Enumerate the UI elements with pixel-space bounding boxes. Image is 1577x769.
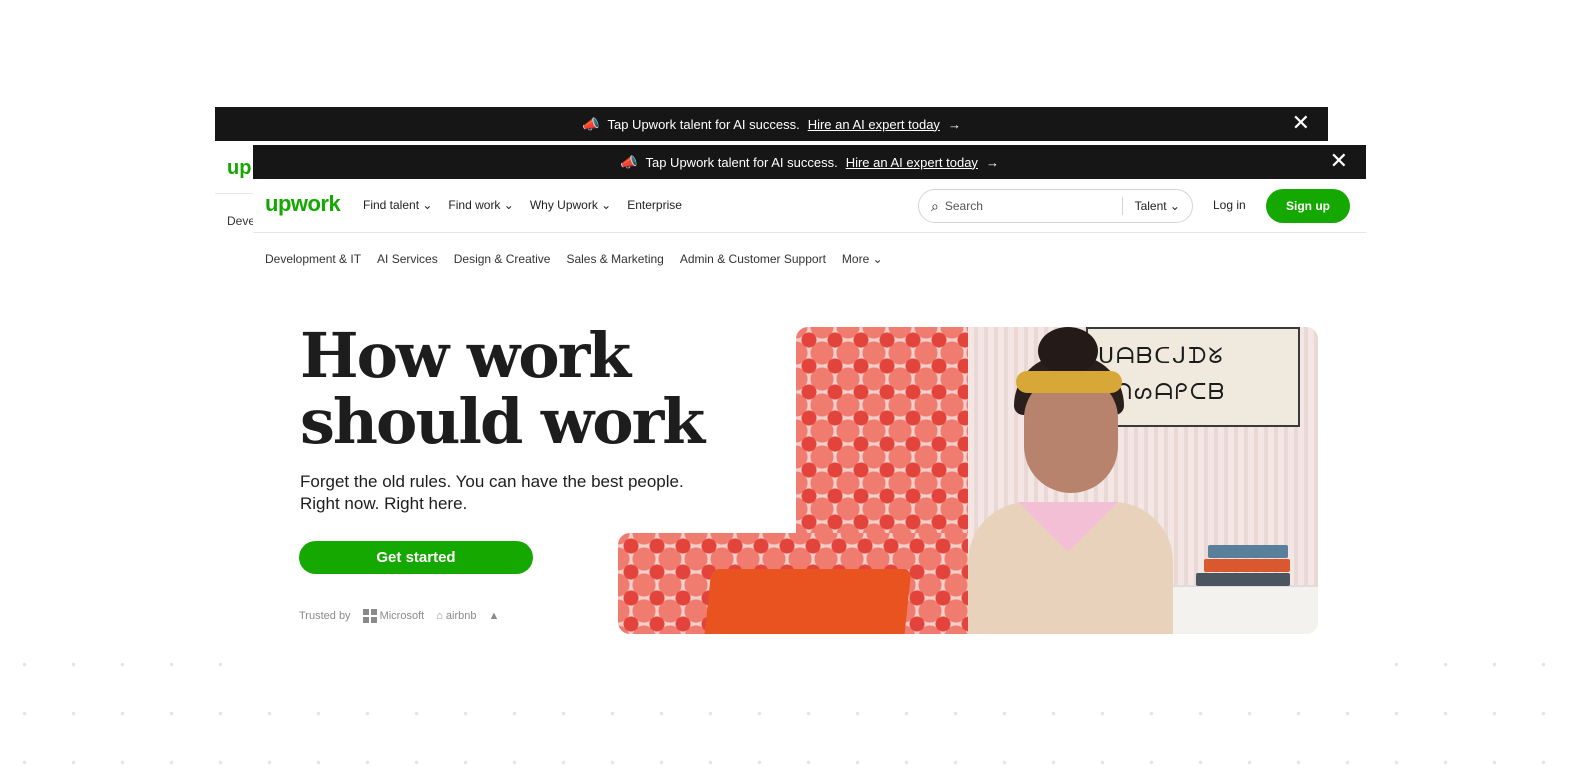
nav-find-talent[interactable]: Find talent ⌄ bbox=[363, 198, 432, 212]
room-background: ᑌᗩᗷᑕᒍᗪᘜ ᘓᑎᔕᗩᑭᑕᗷ bbox=[968, 327, 1318, 634]
upwork-logo[interactable]: upwork bbox=[265, 191, 341, 217]
close-icon[interactable]: ✕ bbox=[1292, 112, 1310, 134]
trusted-by-row: Trusted by Microsoft ⌂ airbnb ▲ bbox=[299, 609, 499, 623]
category-development-it[interactable]: Development & IT bbox=[265, 252, 361, 266]
nav-enterprise[interactable]: Enterprise bbox=[627, 198, 682, 212]
search-input[interactable]: Search bbox=[945, 199, 1122, 213]
hero-title-line1: How work bbox=[300, 319, 631, 392]
banner-text: Tap Upwork talent for AI success. bbox=[645, 154, 838, 170]
banner-link[interactable]: Hire an AI expert today bbox=[808, 117, 940, 132]
megaphone-icon: 📣 bbox=[620, 153, 638, 170]
signup-button[interactable]: Sign up bbox=[1266, 189, 1350, 223]
search-divider bbox=[1121, 197, 1123, 215]
book-icon bbox=[1208, 545, 1288, 558]
category-admin-support[interactable]: Admin & Customer Support bbox=[680, 252, 826, 266]
top-navigation: upwork Find talent ⌄ Find work ⌄ Why Upw… bbox=[253, 179, 1366, 233]
category-ai-services[interactable]: AI Services bbox=[377, 252, 438, 266]
book-icon bbox=[1196, 573, 1290, 586]
airbnb-logo: ⌂ airbnb bbox=[436, 610, 477, 622]
laptop-icon bbox=[704, 569, 912, 634]
search-icon: ⌕ bbox=[931, 197, 939, 214]
nav-why-upwork[interactable]: Why Upwork ⌄ bbox=[530, 198, 611, 212]
upwork-homepage: 📣 Tap Upwork talent for AI success. Hire… bbox=[253, 145, 1366, 645]
brand-logo-icon: ▲ bbox=[488, 610, 500, 622]
megaphone-icon: 📣 bbox=[582, 115, 600, 132]
book-icon bbox=[1204, 559, 1290, 572]
category-bar: Development & IT AI Services Design & Cr… bbox=[265, 252, 883, 266]
logo-peek: up bbox=[227, 157, 252, 179]
get-started-button[interactable]: Get started bbox=[299, 541, 533, 574]
trusted-by-label: Trusted by bbox=[299, 610, 351, 622]
person-hair-bun bbox=[1038, 327, 1098, 375]
search-scope-dropdown[interactable]: Talent ⌄ bbox=[1135, 199, 1180, 213]
nav-find-work[interactable]: Find work ⌄ bbox=[448, 198, 513, 212]
person-headband bbox=[1016, 371, 1122, 393]
banner-link[interactable]: Hire an AI expert today bbox=[846, 155, 978, 170]
announcement-banner: 📣 Tap Upwork talent for AI success. Hire… bbox=[253, 145, 1366, 179]
announcement-banner: 📣 Tap Upwork talent for AI success. Hire… bbox=[215, 107, 1328, 141]
category-sales-marketing[interactable]: Sales & Marketing bbox=[566, 252, 663, 266]
shelf bbox=[1166, 585, 1318, 634]
nav-links: Find talent ⌄ Find work ⌄ Why Upwork ⌄ E… bbox=[363, 198, 682, 212]
search-bar[interactable]: ⌕ Search Talent ⌄ bbox=[918, 189, 1193, 223]
category-peek: Deve bbox=[227, 214, 256, 228]
arrow-icon: → bbox=[985, 154, 999, 170]
arrow-icon: → bbox=[947, 116, 961, 132]
category-more[interactable]: More ⌄ bbox=[842, 252, 883, 266]
hero-subtitle-line2: Right now. Right here. bbox=[300, 494, 468, 513]
divider bbox=[215, 193, 255, 194]
microsoft-logo: Microsoft bbox=[362, 609, 424, 623]
close-icon[interactable]: ✕ bbox=[1330, 150, 1348, 172]
hero-photo: ᑌᗩᗷᑕᒍᗪᘜ ᘓᑎᔕᗩᑭᑕᗷ bbox=[618, 327, 1318, 634]
microsoft-grid-icon bbox=[362, 609, 377, 623]
category-design-creative[interactable]: Design & Creative bbox=[454, 252, 551, 266]
banner-text: Tap Upwork talent for AI success. bbox=[607, 116, 800, 132]
login-link[interactable]: Log in bbox=[1213, 198, 1246, 212]
